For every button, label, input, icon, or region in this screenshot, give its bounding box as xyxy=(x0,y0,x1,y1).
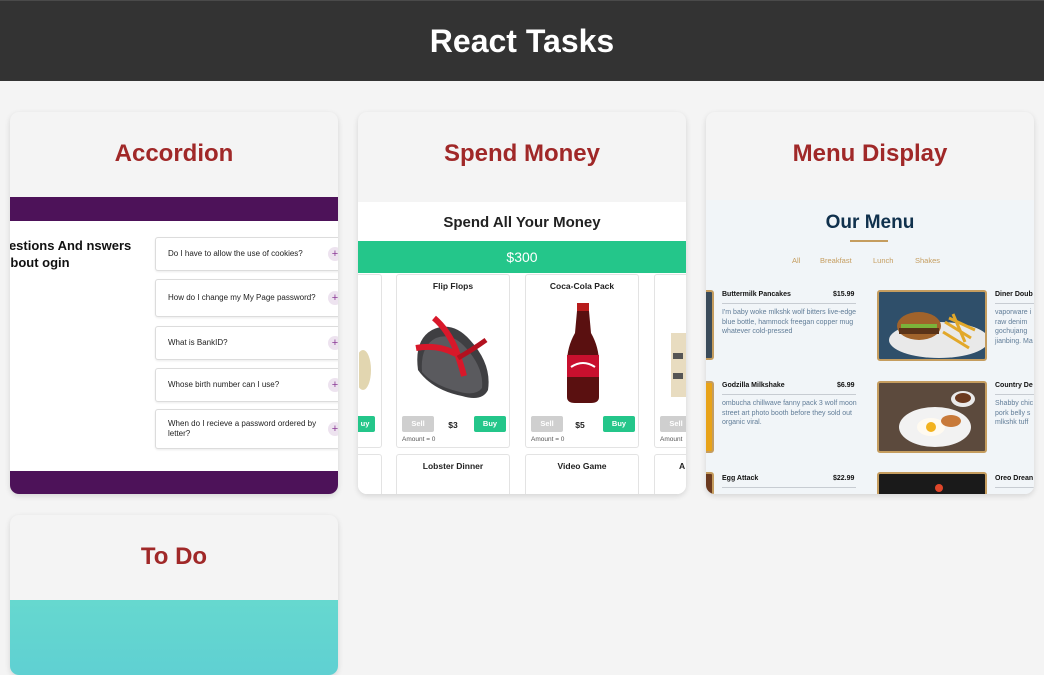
menu-category-shakes[interactable]: Shakes xyxy=(915,256,940,265)
menu-item-name-partial: Diner Doub xyxy=(995,291,1033,298)
card-title-todo: To Do xyxy=(140,543,208,570)
product-image-partial xyxy=(359,350,371,390)
accordion-question: How do I change my My Page password? xyxy=(168,292,316,302)
accordion-top-band xyxy=(10,197,338,221)
card-menu-display[interactable]: Menu Display Our Menu All Breakfast Lunc… xyxy=(706,112,1034,494)
menu-item-desc: I'm baby woke mlkshk wolf bitters live-e… xyxy=(722,309,856,335)
menu-item-image-partial xyxy=(706,381,714,453)
menu-item-divider xyxy=(722,303,856,304)
product-name-partial: A xyxy=(679,461,686,471)
product-price: $3 xyxy=(448,420,458,430)
menu-preview: Our Menu All Breakfast Lunch Shakes Butt… xyxy=(706,200,1034,494)
menu-item-price: $22.99 xyxy=(833,475,855,482)
menu-item-image-partial xyxy=(706,290,714,360)
coca-cola-bottle-image xyxy=(567,303,599,403)
card-title-spend-money: Spend Money xyxy=(443,140,600,167)
menu-item-desc-partial: vaporware i raw denim gochujang jianbing… xyxy=(995,309,1033,345)
accordion-heading: uestions And nswers About ogin xyxy=(10,238,132,270)
plus-icon: + xyxy=(328,336,338,350)
accordion-item: What is BankID? + xyxy=(155,326,338,360)
plus-icon: + xyxy=(328,378,338,392)
product-name: Flip Flops xyxy=(432,281,474,291)
product-card-partial-right: Sell Amount xyxy=(654,274,686,448)
accordion-question: What is BankID? xyxy=(168,337,228,347)
product-name: Coca-Cola Pack xyxy=(549,281,615,291)
accordion-item: When do I recieve a password ordered by … xyxy=(155,409,338,449)
app-title: React Tasks xyxy=(429,23,615,59)
card-spend-money[interactable]: Spend Money Spend All Your Money $300 uy… xyxy=(358,112,686,494)
sell-button[interactable]: Sell xyxy=(531,416,563,432)
card-accordion[interactable]: Accordion uestions And nswers About ogin… xyxy=(10,112,338,494)
product-card: Flip Flops Sell $3 Buy Amount = 0 xyxy=(396,274,510,448)
menu-item-desc: ombucha chillwave fanny pack 3 wolf moon… xyxy=(722,400,857,426)
card-todo[interactable]: To Do xyxy=(10,515,338,675)
plus-icon: + xyxy=(328,422,338,436)
menu-item-price: $15.99 xyxy=(833,291,855,298)
accordion-question: When do I recieve a password ordered by … xyxy=(168,418,317,439)
product-amount: Amount = 0 xyxy=(402,436,436,443)
sell-button[interactable]: Sell xyxy=(660,416,686,432)
money-banner: $300 xyxy=(358,241,686,273)
menu-item-name: Godzilla Milkshake xyxy=(722,382,785,389)
product-price: $5 xyxy=(575,420,585,430)
breakfast-image xyxy=(877,381,987,453)
flip-flops-image xyxy=(415,315,489,398)
accordion-bottom-band xyxy=(10,471,338,494)
spend-preview-title: Spend All Your Money xyxy=(443,214,601,231)
todo-preview xyxy=(10,600,338,675)
menu-category-lunch[interactable]: Lunch xyxy=(873,256,893,265)
app-header: React Tasks xyxy=(0,0,1044,81)
sell-button[interactable]: Sell xyxy=(402,416,434,432)
product-amount: Amount = 0 xyxy=(531,436,565,443)
menu-item-divider xyxy=(995,394,1034,395)
menu-item-divider xyxy=(995,487,1034,488)
product-amount: Amount xyxy=(660,436,683,443)
product-card: Lobster Dinner xyxy=(396,454,510,494)
menu-item-name: Buttermilk Pancakes xyxy=(722,291,791,298)
accordion-preview: uestions And nswers About ogin Do I have… xyxy=(10,197,338,494)
buy-button[interactable]: uy xyxy=(358,416,375,432)
menu-item-name-partial: Country De xyxy=(995,382,1033,389)
product-card-partial-left: uy xyxy=(358,274,382,448)
product-card: Video Game xyxy=(525,454,639,494)
menu-preview-title: Our Menu xyxy=(825,212,915,233)
menu-item-name-partial: Oreo Drean xyxy=(995,475,1034,482)
accordion-question: Whose birth number can I use? xyxy=(168,379,280,389)
accordion-item: Whose birth number can I use? + xyxy=(155,368,338,402)
menu-item-image-partial xyxy=(706,472,714,494)
card-title-accordion: Accordion xyxy=(114,140,234,167)
burger-image xyxy=(877,290,987,361)
dessert-image xyxy=(877,472,987,494)
product-card-partial-left xyxy=(358,454,382,494)
buy-button[interactable]: Buy xyxy=(474,416,506,432)
product-image-partial xyxy=(671,333,686,397)
menu-category-breakfast[interactable]: Breakfast xyxy=(820,256,852,265)
menu-item-divider xyxy=(995,303,1034,304)
product-name: Lobster Dinner xyxy=(422,461,484,471)
menu-item-price: $6.99 xyxy=(837,382,855,389)
menu-item-divider xyxy=(722,394,856,395)
product-name: Video Game xyxy=(557,461,607,471)
menu-item-name: Egg Attack xyxy=(722,475,759,482)
product-card-partial-right: A xyxy=(654,454,686,494)
card-title-menu-display: Menu Display xyxy=(792,140,948,167)
plus-icon: + xyxy=(328,247,338,261)
menu-category-all[interactable]: All xyxy=(792,256,800,265)
menu-item-divider xyxy=(722,487,856,488)
spend-money-preview: Spend All Your Money $300 uy Flip Flops … xyxy=(358,202,686,494)
product-card: Coca-Cola Pack Sell $5 Buy Amount = 0 xyxy=(525,274,639,448)
accordion-item: Do I have to allow the use of cookies? + xyxy=(155,237,338,271)
buy-button[interactable]: Buy xyxy=(603,416,635,432)
menu-item-desc-partial: Shabby chic pork belly s mlkshk tuff xyxy=(995,400,1034,426)
menu-title-underline xyxy=(850,240,888,242)
accordion-question: Do I have to allow the use of cookies? xyxy=(168,248,303,258)
accordion-item: How do I change my My Page password? + xyxy=(155,279,338,317)
plus-icon: + xyxy=(328,291,338,305)
